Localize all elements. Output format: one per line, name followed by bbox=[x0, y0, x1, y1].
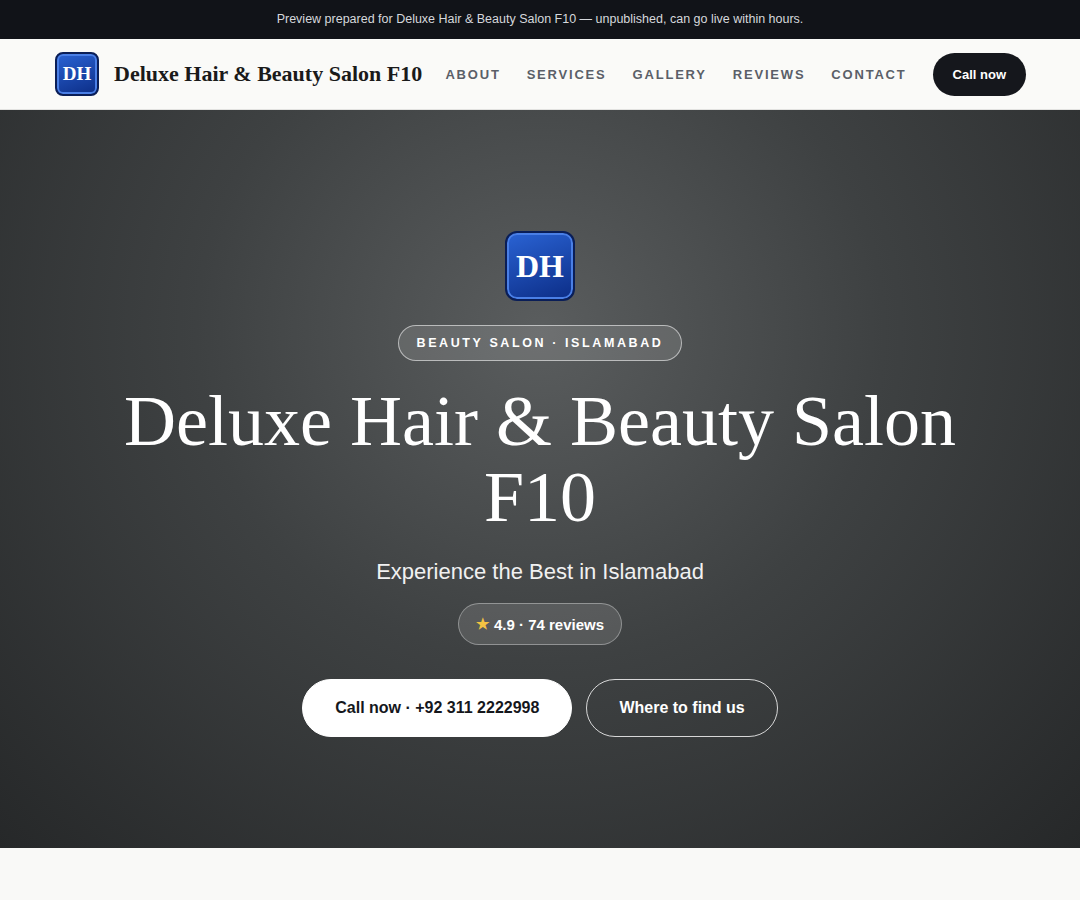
call-button[interactable]: Call now bbox=[933, 53, 1026, 96]
hero-button[interactable]: Where to find us bbox=[586, 679, 777, 737]
rating-text: 4.9 · 74 reviews bbox=[494, 616, 604, 633]
nav-link[interactable]: REVIEWS bbox=[733, 67, 806, 82]
page: Preview prepared for Deluxe Hair & Beaut… bbox=[0, 0, 1080, 900]
nav-link[interactable]: ABOUT bbox=[445, 67, 500, 82]
hero-actions: Call now · +92 311 2222998Where to find … bbox=[302, 679, 777, 737]
preview-banner: Preview prepared for Deluxe Hair & Beaut… bbox=[0, 0, 1080, 39]
next-section bbox=[0, 848, 1080, 900]
category-pill: BEAUTY SALON · ISLAMABAD bbox=[398, 325, 683, 361]
star-icon: ★ bbox=[476, 615, 489, 633]
hero-subtitle: Experience the Best in Islamabad bbox=[376, 559, 704, 585]
nav-link[interactable]: GALLERY bbox=[633, 67, 707, 82]
nav-link[interactable]: CONTACT bbox=[831, 67, 906, 82]
hero-logo-icon: DH bbox=[505, 231, 575, 301]
logo-icon: DH bbox=[55, 52, 99, 96]
main-nav: ABOUT SERVICES GALLERY REVIEWS CONTACT bbox=[445, 67, 906, 82]
hero-button[interactable]: Call now · +92 311 2222998 bbox=[302, 679, 572, 737]
rating-pill: ★ 4.9 · 74 reviews bbox=[458, 603, 622, 645]
brand[interactable]: DH Deluxe Hair & Beauty Salon F10 bbox=[55, 52, 422, 96]
hero: DH BEAUTY SALON · ISLAMABAD Deluxe Hair & … bbox=[0, 110, 1080, 848]
hero-title: Deluxe Hair & Beauty Salon F10 bbox=[100, 383, 980, 535]
brand-name: Deluxe Hair & Beauty Salon F10 bbox=[114, 61, 422, 87]
nav-link[interactable]: SERVICES bbox=[527, 67, 607, 82]
site-header: DH Deluxe Hair & Beauty Salon F10 ABOUT SER… bbox=[0, 39, 1080, 110]
